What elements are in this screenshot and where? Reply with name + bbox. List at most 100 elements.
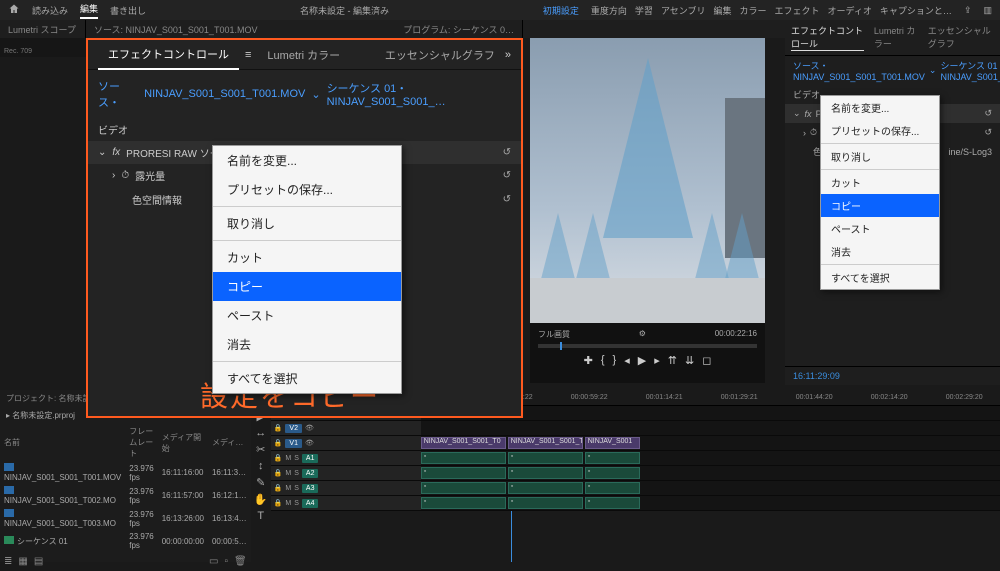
table-row[interactable]: NINJAV_S001_S001_T001.MOV23.976 fps16:11… (0, 461, 251, 484)
track-a1[interactable]: 🔒MSA1 ▫ ▫ ▫ (271, 451, 1000, 466)
ctx-rename[interactable]: 名前を変更... (213, 146, 401, 175)
ws-item[interactable]: 編集 (714, 4, 732, 17)
step-fwd-icon[interactable]: ▸ (654, 354, 660, 367)
scope-tab[interactable]: Lumetri スコープ (0, 20, 86, 38)
ws-item[interactable]: 重度方向 (591, 4, 627, 17)
clip-a1-2[interactable]: ▫ (508, 452, 583, 464)
rp-tab-essential[interactable]: エッセンシャルグラフ (928, 24, 994, 51)
ws-item[interactable]: 学習 (635, 4, 653, 17)
col-media-end[interactable]: メディ… (208, 424, 251, 461)
mark-out-icon[interactable]: } (613, 354, 617, 367)
ws-item[interactable]: オーディオ (828, 4, 872, 17)
play-icon[interactable]: ▶ (638, 354, 646, 367)
clip-a3-3[interactable]: ▫ (585, 482, 640, 494)
track-a3[interactable]: 🔒MSA3 ▫ ▫ ▫ (271, 481, 1000, 496)
playhead-marker[interactable] (560, 342, 562, 350)
table-row[interactable]: NINJAV_S001_S001_T002.MO23.976 fps16:11:… (0, 484, 251, 507)
clip-a4-2[interactable]: ▫ (508, 497, 583, 509)
col-media-start[interactable]: メディア開始 (158, 424, 208, 461)
expand-icon[interactable]: » (505, 49, 511, 61)
clip-a4-1[interactable]: ▫ (421, 497, 506, 509)
ws-item[interactable]: アセンブリ (661, 4, 706, 17)
clip-a3-2[interactable]: ▫ (508, 482, 583, 494)
tab-effect-controls[interactable]: エフェクトコントロール (98, 40, 239, 70)
fx-badge-icon[interactable]: fx (805, 109, 812, 119)
ctx-undo[interactable]: 取り消し (213, 209, 401, 238)
clip-a2-1[interactable]: ▫ (421, 467, 506, 479)
ws-item[interactable]: キャプションと… (880, 4, 952, 17)
share-icon[interactable]: ⇪ (964, 5, 972, 16)
clip-v1-3[interactable]: NINJAV_S001 (585, 437, 640, 449)
tab-lumetri-color[interactable]: Lumetri カラー (257, 41, 350, 69)
clip-v1-1[interactable]: NINJAV_S001_S001_T0 (421, 437, 506, 449)
reset-icon[interactable]: ↺ (503, 194, 511, 205)
ctx2-select-all[interactable]: すべてを選択 (821, 266, 939, 289)
hand-tool-icon[interactable]: ✋ (254, 493, 268, 506)
chevron-down-icon[interactable]: ⌄ (311, 88, 320, 101)
track-a4[interactable]: 🔒MSA4 ▫ ▫ ▫ (271, 496, 1000, 511)
rp-cs-value[interactable]: ine/S-Log3 (948, 147, 992, 157)
ctx2-rename[interactable]: 名前を変更... (821, 96, 939, 119)
razor-tool-icon[interactable]: ✂ (256, 443, 265, 456)
pen-tool-icon[interactable]: ✎ (256, 476, 265, 489)
rp-tab-lumetri[interactable]: Lumetri カラー (874, 24, 918, 51)
type-tool-icon[interactable]: T (257, 510, 264, 522)
workspace-current[interactable]: 初期設定 (543, 4, 579, 17)
track-v1[interactable]: 🔒V1👁 NINJAV_S001_S001_T0 NINJAV_S001_S00… (271, 436, 1000, 451)
clip-a2-2[interactable]: ▫ (508, 467, 583, 479)
track-v2[interactable]: 🔒V2👁 (271, 421, 1000, 436)
fx-badge-icon[interactable]: fx (112, 147, 120, 158)
clip-a1-3[interactable]: ▫ (585, 452, 640, 464)
source-tab[interactable]: ソース: NINJAV_S001_S001_T001.MOV プログラム: シー… (86, 20, 523, 38)
rp-timecode[interactable]: 16:11:29:09 (785, 366, 1000, 385)
extract-icon[interactable]: ⇊ (685, 354, 694, 367)
ctx-clear[interactable]: 消去 (213, 330, 401, 359)
ctx2-save-preset[interactable]: プリセットの保存... (821, 119, 939, 142)
add-marker-icon[interactable]: ✚ (584, 354, 593, 367)
ctx2-undo[interactable]: 取り消し (821, 145, 939, 168)
source-clip-name[interactable]: NINJAV_S001_S001_T001.MOV (144, 88, 305, 100)
clip-a2-3[interactable]: ▫ (585, 467, 640, 479)
col-framerate[interactable]: フレームレート (125, 424, 157, 461)
reset-icon[interactable]: ↺ (503, 147, 511, 158)
step-back-icon[interactable]: ◂ (624, 354, 630, 367)
rp-tab-ec[interactable]: エフェクトコントロール (791, 24, 864, 51)
chevron-down-icon[interactable]: ⌄ (929, 65, 937, 76)
reset-icon[interactable]: ↺ (984, 127, 992, 138)
clip-a1-1[interactable]: ▫ (421, 452, 506, 464)
disclosure-icon[interactable]: ⌄ (98, 147, 106, 158)
slip-tool-icon[interactable]: ↕ (258, 460, 264, 472)
program-video[interactable] (530, 38, 765, 323)
stopwatch-icon[interactable]: ⏱ (121, 170, 129, 181)
ctx-save-preset[interactable]: プリセットの保存... (213, 175, 401, 204)
clip-a3-1[interactable]: ▫ (421, 482, 506, 494)
table-row[interactable]: シーケンス 0123.976 fps00:00:00:0000:00:5… (0, 530, 251, 552)
mark-in-icon[interactable]: { (601, 354, 605, 367)
ctx-paste[interactable]: ペースト (213, 301, 401, 330)
timecode[interactable]: 00:00:22:16 (715, 329, 757, 340)
ws-item[interactable]: カラー (740, 4, 767, 17)
home-icon[interactable] (8, 3, 20, 17)
ctx2-paste[interactable]: ペースト (821, 217, 939, 240)
col-name[interactable]: 名前 (0, 424, 125, 461)
disclosure-icon[interactable]: › (112, 170, 115, 181)
ripple-tool-icon[interactable]: ↔ (255, 427, 266, 439)
panel-menu-icon[interactable]: ≡ (245, 49, 251, 61)
disclosure-icon[interactable]: ⌄ (793, 108, 801, 119)
table-row[interactable]: NINJAV_S001_S001_T003.MO23.976 fps16:13:… (0, 507, 251, 530)
menu-export[interactable]: 書き出し (110, 4, 146, 17)
stopwatch-icon[interactable]: ⏱ (810, 127, 817, 138)
ctx-copy[interactable]: コピー (213, 272, 401, 301)
track-a2[interactable]: 🔒MSA2 ▫ ▫ ▫ (271, 466, 1000, 481)
reset-icon[interactable]: ↺ (503, 170, 511, 181)
lift-icon[interactable]: ⇈ (668, 354, 677, 367)
settings-icon[interactable]: ⚙ (639, 329, 646, 340)
quality-label[interactable]: フル画質 (538, 329, 570, 340)
ws-item[interactable]: エフェクト (775, 4, 820, 17)
clip-v1-2[interactable]: NINJAV_S001_S001_T (508, 437, 583, 449)
ctx-cut[interactable]: カット (213, 243, 401, 272)
ctx2-cut[interactable]: カット (821, 171, 939, 194)
quick-export-icon[interactable]: ▥ (983, 5, 992, 16)
clip-a4-3[interactable]: ▫ (585, 497, 640, 509)
menu-load[interactable]: 読み込み (32, 4, 68, 17)
